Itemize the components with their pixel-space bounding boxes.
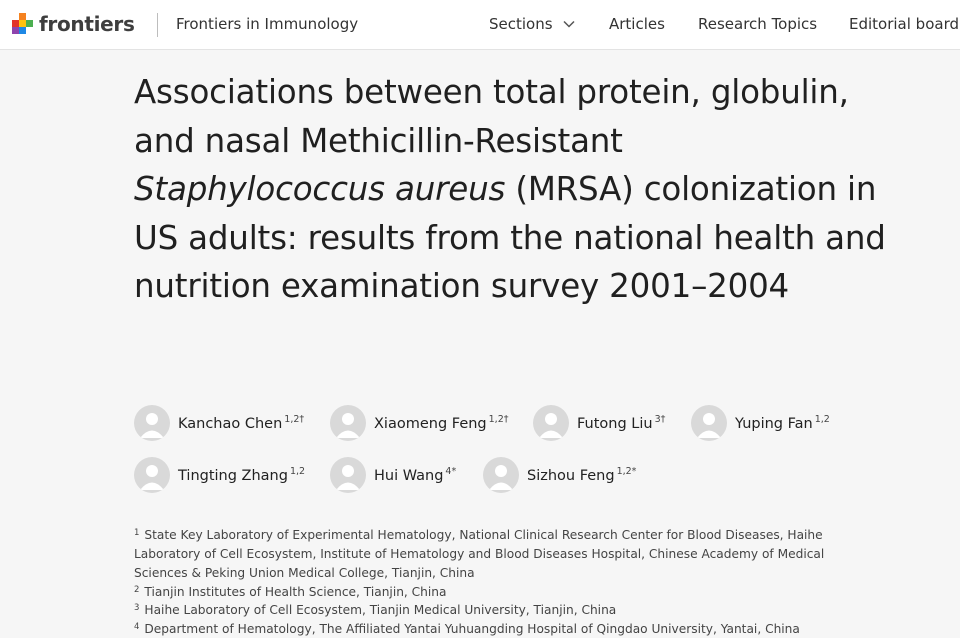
affiliation-1: 1 State Key Laboratory of Experimental He… xyxy=(134,524,854,583)
author-name: Kanchao Chen 1,2† xyxy=(178,414,305,432)
author-futong-liu[interactable]: Futong Liu 3† xyxy=(533,404,665,442)
author-affiliation-sup: 1,2 xyxy=(814,414,830,425)
chevron-down-icon xyxy=(563,20,575,28)
avatar-placeholder-icon xyxy=(330,457,366,493)
author-xiaomeng-feng[interactable]: Xiaomeng Feng 1,2† xyxy=(330,404,509,442)
affiliation-number: 2 xyxy=(134,585,140,595)
frontiers-logo[interactable]: frontiers xyxy=(12,10,135,38)
affiliation-number: 4 xyxy=(134,622,140,632)
brand-name: frontiers xyxy=(39,12,135,36)
avatar-placeholder-icon xyxy=(691,405,727,441)
journal-name-link[interactable]: Frontiers in Immunology xyxy=(176,15,358,33)
frontiers-logo-icon xyxy=(12,13,33,34)
author-hui-wang[interactable]: Hui Wang 4* xyxy=(330,456,456,494)
title-species-italic: Staphylococcus aureus xyxy=(134,170,506,208)
affiliation-3: 3 Haihe Laboratory of Cell Ecosystem, Tia… xyxy=(134,599,854,620)
author-name: Sizhou Feng 1,2* xyxy=(527,466,637,484)
author-affiliation-sup: 1,2 xyxy=(289,466,306,477)
article-title: Associations between total protein, glob… xyxy=(134,68,894,311)
nav-articles[interactable]: Articles xyxy=(609,15,665,33)
avatar-placeholder-icon xyxy=(134,405,170,441)
affiliation-text: Tianjin Institutes of Health Science, Ti… xyxy=(144,585,447,599)
header-divider xyxy=(157,13,158,37)
author-name: Yuping Fan 1,2 xyxy=(735,414,830,432)
author-name: Hui Wang 4* xyxy=(374,466,457,484)
affiliation-text: Haihe Laboratory of Cell Ecosystem, Tian… xyxy=(144,603,617,617)
author-yuping-fan[interactable]: Yuping Fan 1,2 xyxy=(691,404,830,442)
author-affiliation-sup: 1,2* xyxy=(616,466,637,477)
affiliation-number: 1 xyxy=(134,528,140,538)
top-navigation-bar: frontiers Frontiers in Immunology Sectio… xyxy=(0,0,960,50)
avatar-placeholder-icon xyxy=(134,457,170,493)
author-affiliation-sup: 4* xyxy=(445,466,457,477)
affiliation-text: Department of Hematology, The Affiliated… xyxy=(144,622,800,636)
author-tingting-zhang[interactable]: Tingting Zhang 1,2 xyxy=(134,456,305,494)
nav-research-topics[interactable]: Research Topics xyxy=(698,15,817,33)
author-affiliation-sup: 1,2† xyxy=(488,414,509,425)
author-kanchao-chen[interactable]: Kanchao Chen 1,2† xyxy=(134,404,304,442)
nav-editorial-board[interactable]: Editorial board xyxy=(849,15,959,33)
affiliation-number: 3 xyxy=(134,603,140,613)
author-affiliation-sup: 3† xyxy=(654,414,666,425)
nav-sections-label: Sections xyxy=(489,15,553,33)
author-sizhou-feng[interactable]: Sizhou Feng 1,2* xyxy=(483,456,636,494)
author-name: Futong Liu 3† xyxy=(577,414,666,432)
nav-sections-menu[interactable]: Sections xyxy=(489,15,575,33)
title-part-1: Associations between total protein, glob… xyxy=(134,73,849,160)
avatar-placeholder-icon xyxy=(533,405,569,441)
author-affiliation-sup: 1,2† xyxy=(284,414,305,425)
avatar-placeholder-icon xyxy=(483,457,519,493)
affiliation-text: State Key Laboratory of Experimental Hem… xyxy=(134,528,825,580)
author-name: Xiaomeng Feng 1,2† xyxy=(374,414,509,432)
affiliation-4: 4 Department of Hematology, The Affiliate… xyxy=(134,618,854,638)
author-name: Tingting Zhang 1,2 xyxy=(178,466,306,484)
avatar-placeholder-icon xyxy=(330,405,366,441)
